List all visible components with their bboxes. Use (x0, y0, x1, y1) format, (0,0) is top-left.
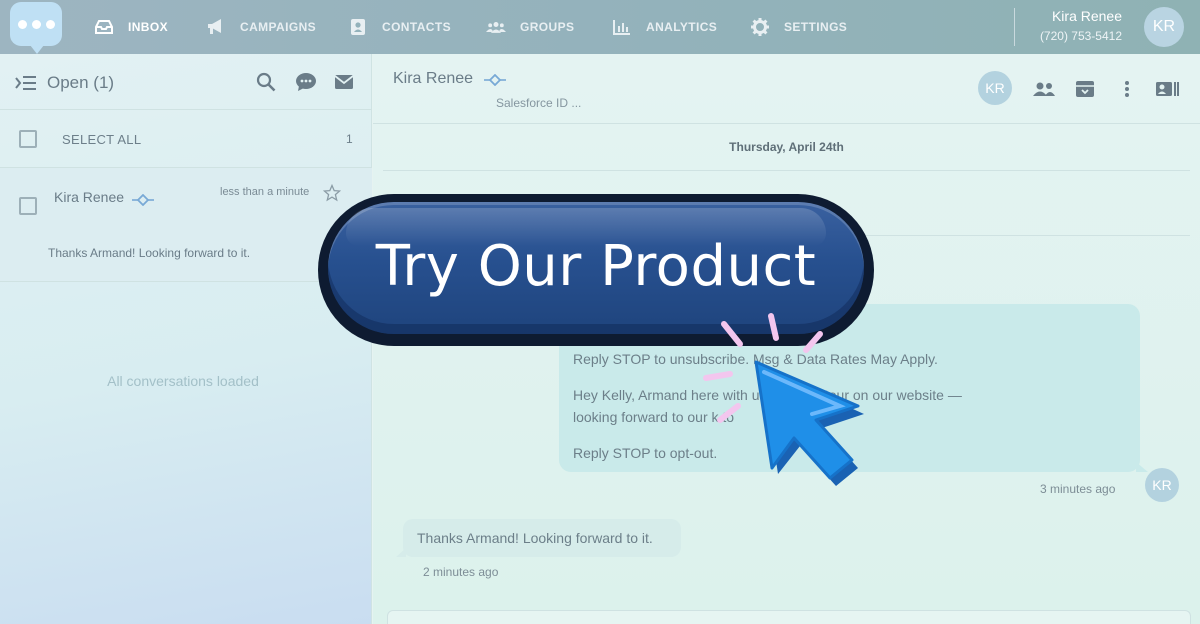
more-options-icon[interactable] (1114, 78, 1140, 100)
group-icon (486, 18, 506, 36)
nav-analytics[interactable]: ANALYTICS (612, 16, 717, 38)
user-avatar[interactable]: KR (1144, 7, 1184, 47)
contact-details-icon[interactable] (1154, 78, 1180, 100)
gear-icon (750, 18, 770, 36)
conversation-checkbox[interactable] (19, 197, 37, 215)
conversation-list-item[interactable]: Kira Renee less than a minute Thanks Arm… (0, 168, 372, 282)
user-phone: (720) 753-5412 (1039, 29, 1122, 43)
nav-groups-label: GROUPS (520, 20, 575, 34)
message-timestamp: 2 minutes ago (423, 565, 499, 579)
bar-chart-icon (612, 18, 632, 36)
conversation-contact-name: Kira Renee (54, 189, 125, 205)
message-timestamp: 3 minutes ago (1040, 482, 1116, 496)
divider-line (383, 170, 1190, 171)
salesforce-link-icon (484, 73, 506, 91)
pointer-cursor-icon (703, 313, 864, 486)
collapse-menu-icon[interactable] (15, 73, 37, 93)
nav-contacts[interactable]: CONTACTS (348, 16, 451, 38)
chat-contact-name[interactable]: Kira Renee (393, 70, 473, 88)
select-all-label: SELECT ALL (62, 132, 142, 147)
mail-icon[interactable] (333, 72, 355, 92)
message-composer[interactable] (387, 610, 1191, 624)
people-icon[interactable] (1031, 78, 1057, 100)
star-icon[interactable] (322, 183, 342, 207)
nav-settings[interactable]: SETTINGS (750, 16, 847, 38)
incoming-message-bubble: Thanks Armand! Looking forward to it. (396, 519, 681, 557)
salesforce-link-icon (132, 193, 154, 211)
inbox-icon (94, 18, 114, 36)
date-separator: Thursday, April 24th (729, 140, 844, 154)
contact-avatar[interactable]: KR (978, 71, 1012, 105)
try-product-label: Try Our Product (375, 233, 817, 299)
nav-inbox[interactable]: INBOX (94, 16, 168, 38)
app-logo-icon[interactable] (10, 2, 62, 54)
conversation-time: less than a minute (220, 186, 310, 198)
nav-settings-label: SETTINGS (784, 20, 848, 34)
top-nav-bar: INBOX CAMPAIGNS CONTACTS GROUPS ANALYTIC… (0, 0, 1200, 54)
nav-campaigns[interactable]: CAMPAIGNS (206, 16, 316, 38)
salesforce-id[interactable]: Salesforce ID ... (496, 96, 581, 110)
all-loaded-text: All conversations loaded (107, 373, 259, 389)
conversation-list-header: Open (1) (0, 54, 372, 110)
selected-count: 1 (346, 132, 353, 146)
conversation-preview: Thanks Armand! Looking forward to it. (48, 246, 251, 260)
chat-bubble-icon[interactable] (295, 72, 317, 92)
nav-contacts-label: CONTACTS (382, 20, 451, 34)
nav-groups[interactable]: GROUPS (486, 16, 574, 38)
search-icon[interactable] (255, 72, 277, 92)
megaphone-icon (206, 18, 226, 36)
sender-avatar: KR (1145, 468, 1179, 502)
contact-card-icon (348, 18, 368, 36)
select-all-row: SELECT ALL 1 (0, 110, 372, 168)
user-name: Kira Renee (1051, 8, 1122, 24)
nav-inbox-label: INBOX (128, 20, 169, 34)
archive-icon[interactable] (1072, 78, 1098, 100)
select-all-checkbox[interactable] (19, 130, 37, 148)
nav-analytics-label: ANALYTICS (646, 20, 718, 34)
nav-campaigns-label: CAMPAIGNS (240, 20, 317, 34)
conversation-filter-title[interactable]: Open (1) (47, 73, 114, 93)
conversation-list-panel: Open (1) SELECT ALL 1 Kira Renee less th… (0, 54, 372, 624)
chat-header: Kira Renee Salesforce ID ... KR (373, 54, 1200, 124)
